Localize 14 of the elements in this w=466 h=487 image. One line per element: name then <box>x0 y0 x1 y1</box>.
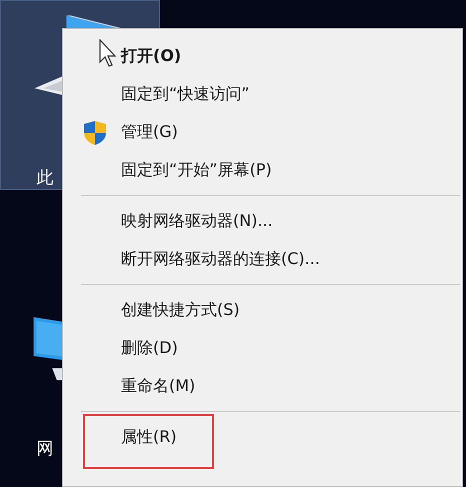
menu-item[interactable]: 删除(D) <box>63 329 462 367</box>
icon-label[interactable]: 网 <box>36 437 54 460</box>
icon-label[interactable]: 此 <box>36 166 54 189</box>
menu-item[interactable]: 管理(G) <box>63 113 462 151</box>
cursor-icon <box>99 39 117 67</box>
menu-item[interactable]: 映射网络驱动器(N)... <box>63 202 462 240</box>
menu-item[interactable]: 固定到“快速访问” <box>63 75 462 113</box>
menu-item[interactable]: 固定到“开始”屏幕(P) <box>63 151 462 189</box>
menu-item[interactable]: 创建快捷方式(S) <box>63 291 462 329</box>
menu-item[interactable]: 属性(R) <box>63 418 462 456</box>
menu-item[interactable]: 断开网络驱动器的连接(C)... <box>63 240 462 278</box>
menu-item[interactable]: 打开(O) <box>63 37 462 75</box>
shield-icon <box>83 120 107 146</box>
menu-item[interactable]: 重命名(M) <box>63 367 462 405</box>
